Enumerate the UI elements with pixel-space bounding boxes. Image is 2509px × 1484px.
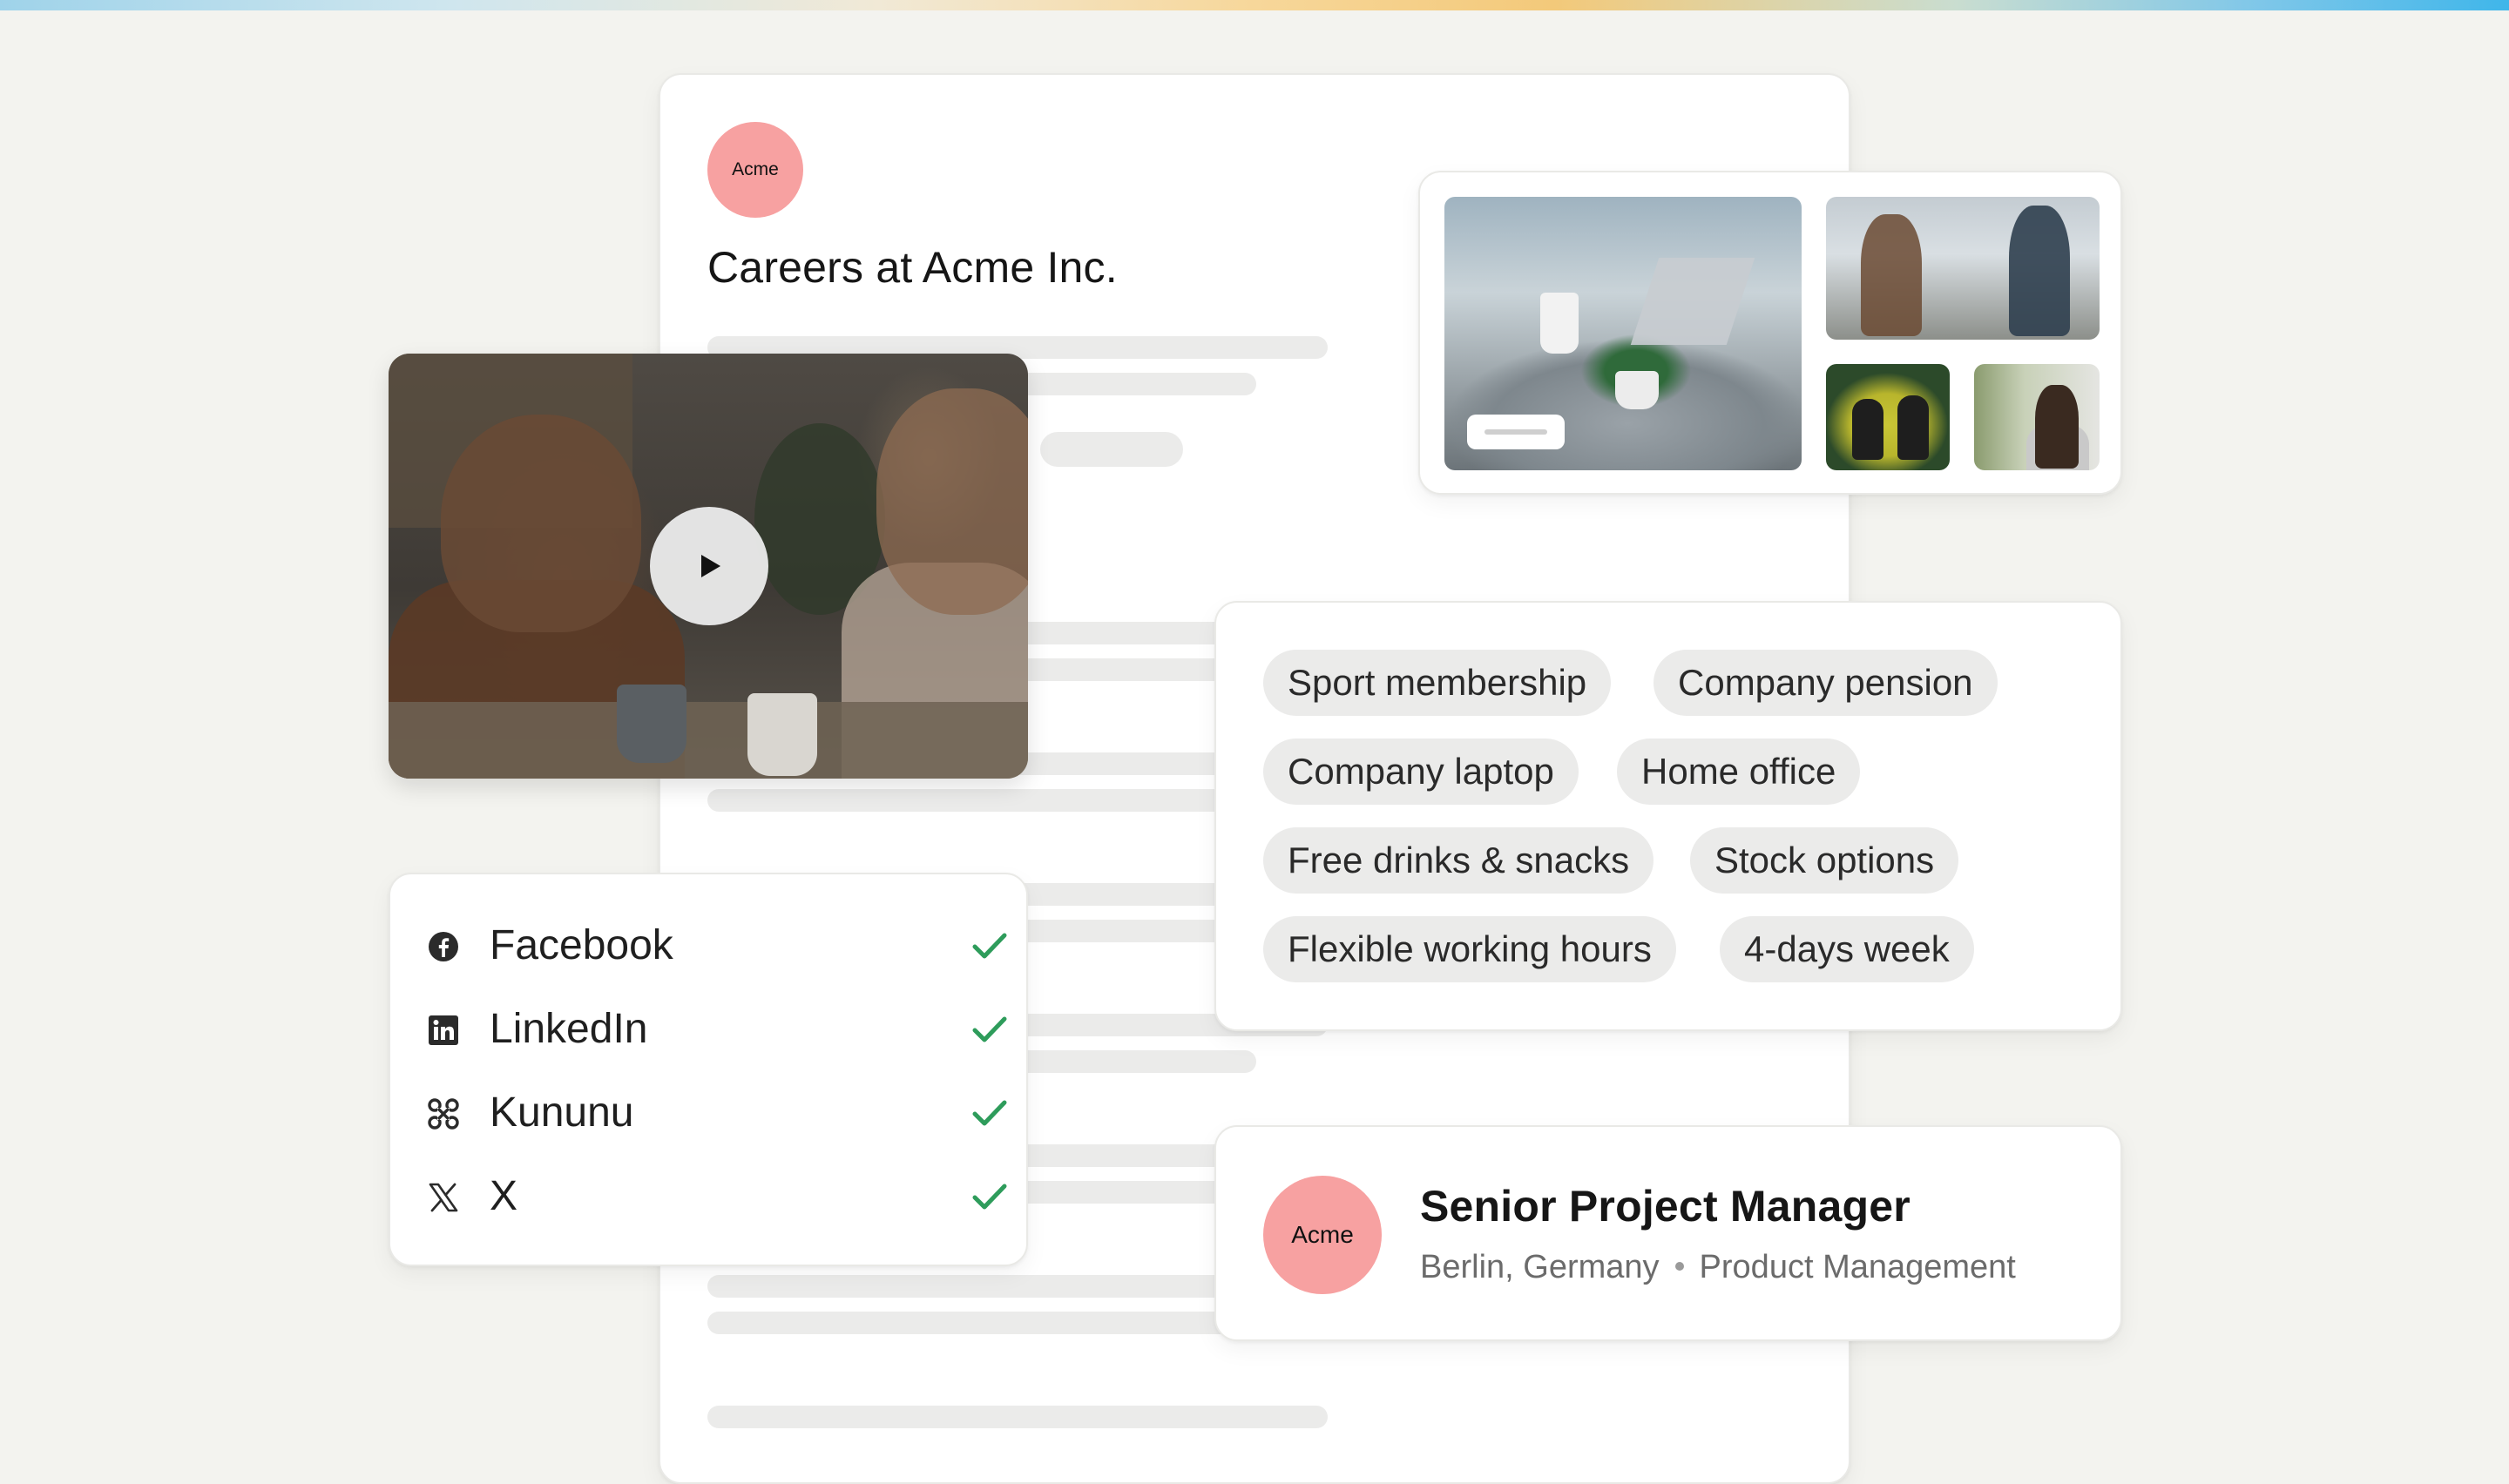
company-logo-text: Acme [1291,1221,1354,1248]
job-location: Berlin, Germany [1420,1249,1660,1285]
photo-person [1852,399,1883,460]
play-button[interactable] [650,507,768,625]
check-icon [972,1100,1007,1126]
photo-laptop [1630,258,1755,345]
check-icon [972,933,1007,959]
job-board-channels-card: Facebook LinkedIn Kununu X [389,873,1028,1266]
text-placeholder [707,1312,1256,1334]
video-person [441,415,641,632]
company-logo: Acme [707,122,803,218]
channel-item-x[interactable]: X [427,1170,1007,1223]
job-listing-card[interactable]: Acme Senior Project Manager Berlin, Germ… [1214,1125,2122,1341]
check-icon [972,1016,1007,1042]
button-placeholder [1040,432,1183,467]
separator-dot [1674,1261,1684,1271]
photo-person [2035,385,2079,469]
company-logo-text: Acme [732,159,779,179]
channel-item-facebook[interactable]: Facebook [427,920,1007,972]
channel-label: LinkedIn [490,1006,648,1052]
linkedin-icon [427,1014,460,1047]
benefit-tag: Free drinks & snacks [1263,827,1654,894]
facebook-icon [427,930,460,963]
channel-label: Kununu [490,1089,634,1136]
photo-plant-pot [1615,371,1659,409]
kununu-icon [427,1097,460,1130]
channel-label: X [490,1173,518,1219]
photo-caption-placeholder [1467,415,1565,449]
channel-item-kununu[interactable]: Kununu [427,1087,1007,1139]
page-title: Careers at Acme Inc. [707,243,1118,292]
photo-person [1861,214,1922,336]
play-icon [701,555,720,577]
gallery-photo[interactable] [1826,364,1950,470]
x-icon [427,1181,460,1214]
gallery-photo-main[interactable] [1444,197,1802,470]
gallery-photo[interactable] [1974,364,2100,470]
video-table [389,702,1028,779]
company-logo: Acme [1263,1176,1382,1294]
photo-person [1897,395,1929,460]
photo-cup [1540,293,1579,354]
photo-person [2009,206,2070,336]
top-gradient-bar [0,0,2509,10]
text-placeholder [707,1406,1328,1428]
benefit-tag: Flexible working hours [1263,916,1676,982]
benefit-tag: 4-days week [1720,916,1974,982]
benefit-tag: Stock options [1690,827,1959,894]
video-player[interactable] [389,354,1028,779]
video-person [876,388,1028,615]
benefit-tag: Company laptop [1263,739,1579,805]
benefit-tag: Sport membership [1263,650,1612,716]
check-icon [972,1184,1007,1210]
photo-gallery [1418,171,2122,495]
video-cup [747,693,817,776]
job-meta: Berlin, Germany Product Management [1420,1249,2016,1286]
text-placeholder [707,789,1256,812]
gallery-photo[interactable] [1826,197,2100,340]
benefits-card: Sport membership Company pension Company… [1214,601,2122,1031]
job-title[interactable]: Senior Project Manager [1420,1181,1910,1231]
channel-item-linkedin[interactable]: LinkedIn [427,1003,1007,1056]
benefit-tag: Company pension [1654,650,1998,716]
benefit-tag: Home office [1617,739,1861,805]
video-cup [617,685,686,763]
job-department: Product Management [1699,1249,2016,1285]
channel-label: Facebook [490,922,673,968]
